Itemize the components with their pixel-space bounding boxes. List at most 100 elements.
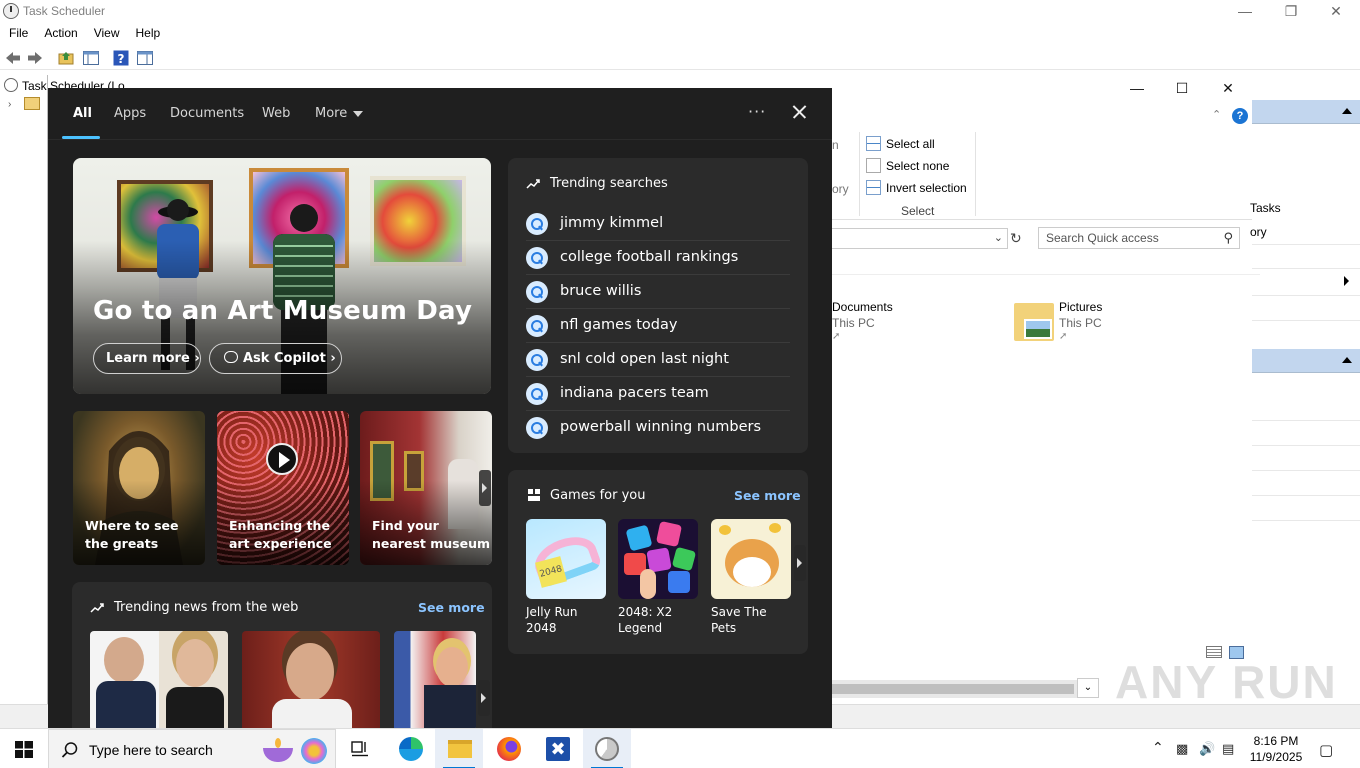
minimize-button[interactable]: —: [1222, 0, 1268, 24]
notifications-icon[interactable]: ▢: [1319, 741, 1333, 759]
game-thumbnail: [711, 519, 791, 599]
actions-divider: [1252, 268, 1360, 269]
news-image-1[interactable]: [90, 631, 228, 728]
forward-arrow-icon[interactable]: [26, 49, 44, 67]
search-highlight-image: [257, 734, 333, 766]
show-hide-tree-icon[interactable]: [82, 49, 100, 67]
select-none-button[interactable]: Select none: [886, 159, 949, 173]
task-library-folder-icon[interactable]: [24, 97, 40, 110]
games-next-arrow[interactable]: [794, 545, 806, 581]
menu-view[interactable]: View: [85, 24, 127, 40]
actions-item-tasks[interactable]: Tasks: [1250, 201, 1281, 215]
trending-item[interactable]: nfl games today: [526, 309, 790, 343]
tab-documents[interactable]: Documents: [170, 106, 244, 121]
menu-file[interactable]: File: [0, 24, 35, 40]
clock[interactable]: 8:16 PM 11/9/2025: [1248, 733, 1304, 765]
news-next-arrow[interactable]: [478, 680, 490, 716]
collapse-caret-icon[interactable]: [1342, 108, 1352, 114]
trending-item[interactable]: jimmy kimmel: [526, 207, 790, 241]
submenu-arrow-icon[interactable]: [1344, 276, 1349, 286]
trending-item[interactable]: snl cold open last night: [526, 343, 790, 377]
quick-access-documents[interactable]: Documents This PC ➚: [832, 300, 893, 342]
ribbon-group-label: Select: [901, 204, 935, 218]
tab-web[interactable]: Web: [262, 106, 290, 121]
trending-item[interactable]: bruce willis: [526, 275, 790, 309]
firefox-button[interactable]: [485, 729, 533, 768]
news-see-more-link[interactable]: See more: [418, 600, 485, 615]
ribbon-collapse-icon[interactable]: ⌃: [1212, 108, 1221, 121]
close-button[interactable]: ✕: [1313, 0, 1359, 24]
card-where-to-see[interactable]: Where to see the greats: [73, 411, 205, 565]
item-name: Documents: [832, 300, 893, 314]
scrollbar-thumb[interactable]: [832, 684, 1074, 694]
game-tile[interactable]: 2048: X2 Legend: [618, 519, 698, 636]
fe-close-button[interactable]: ✕: [1205, 77, 1251, 101]
tree-expand-icon[interactable]: ›: [8, 99, 11, 110]
menu-action[interactable]: Action: [35, 24, 84, 40]
fe-maximize-button[interactable]: ☐: [1159, 77, 1205, 101]
card-enhancing-art[interactable]: Enhancing the art experience: [217, 411, 349, 565]
file-explorer-button[interactable]: [435, 729, 483, 768]
games-see-more-link[interactable]: See more: [734, 488, 801, 503]
tab-all[interactable]: All: [73, 106, 92, 121]
address-bar[interactable]: ⌄: [832, 228, 1008, 249]
start-button[interactable]: [0, 729, 48, 768]
taskbar: Type here to search ✖ ⌃ ▩ 🔊 ▤ 8:16 PM 11…: [0, 728, 1360, 768]
back-arrow-icon[interactable]: [4, 49, 22, 67]
taskbar-search-box[interactable]: Type here to search: [48, 729, 336, 768]
trending-item[interactable]: powerball winning numbers: [526, 411, 790, 445]
network-icon[interactable]: ▤: [1222, 741, 1234, 757]
maximize-button[interactable]: ❐: [1268, 0, 1314, 24]
fe-minimize-button[interactable]: —: [1114, 77, 1160, 101]
horizontal-scrollbar[interactable]: [832, 680, 1094, 698]
task-scheduler-button[interactable]: [583, 729, 631, 768]
address-dropdown-icon[interactable]: ⌄: [994, 231, 1003, 244]
select-all-button[interactable]: Select all: [886, 137, 935, 151]
ribbon-partial-2: ory: [832, 182, 849, 196]
close-icon[interactable]: [788, 100, 812, 124]
up-folder-icon[interactable]: [57, 49, 75, 67]
trending-item[interactable]: indiana pacers team: [526, 377, 790, 411]
hero-card[interactable]: Go to an Art Museum Day Learn more › Ask…: [73, 158, 491, 394]
edge-browser-button[interactable]: [386, 729, 434, 768]
cards-next-arrow[interactable]: [479, 470, 491, 506]
menu-help[interactable]: Help: [127, 24, 168, 40]
ask-copilot-button[interactable]: Ask Copilot ›: [209, 343, 342, 374]
game-tile[interactable]: 2048 Jelly Run 2048: [526, 519, 606, 636]
quick-access-pictures[interactable]: Pictures This PC ➚: [1059, 300, 1102, 342]
search-icon: [526, 383, 548, 405]
tab-apps[interactable]: Apps: [114, 106, 146, 121]
scroll-dropdown-icon[interactable]: ⌄: [1077, 678, 1099, 698]
collapse-caret-icon[interactable]: [1342, 357, 1352, 363]
card-find-museum[interactable]: Find your nearest museum: [360, 411, 492, 565]
actions-header-2[interactable]: [1252, 349, 1360, 373]
actions-header-1[interactable]: [1252, 100, 1360, 124]
actions-item-history[interactable]: ory: [1250, 225, 1267, 239]
search-icon: [61, 742, 78, 758]
news-image-2[interactable]: [242, 631, 380, 728]
trending-item[interactable]: college football rankings: [526, 241, 790, 275]
action-pane-icon[interactable]: [136, 49, 154, 67]
invert-selection-button[interactable]: Invert selection: [886, 181, 967, 195]
game-tile[interactable]: Save The Pets: [711, 519, 791, 636]
show-hidden-icons-chevron-icon[interactable]: ⌃: [1152, 739, 1164, 756]
volume-icon[interactable]: 🔊: [1199, 741, 1215, 757]
help-icon[interactable]: ?: [112, 49, 130, 67]
news-image-3[interactable]: [394, 631, 476, 728]
learn-more-button[interactable]: Learn more ›: [93, 343, 201, 374]
trending-item-label: nfl games today: [560, 317, 678, 333]
game-thumbnail: 2048: [526, 519, 606, 599]
fe-help-icon[interactable]: ?: [1232, 108, 1248, 124]
chevron-right-icon: ›: [194, 351, 200, 366]
search-placeholder: Type here to search: [89, 742, 213, 758]
more-options-icon[interactable]: ···: [748, 102, 766, 121]
chat-bubble-icon: [224, 351, 238, 363]
pinned-app-button[interactable]: ✖: [533, 729, 581, 768]
search-quick-access-input[interactable]: Search Quick access ⚲: [1038, 227, 1240, 249]
tab-more[interactable]: More: [315, 106, 364, 121]
search-icon: [526, 247, 548, 269]
task-scheduler-icon: [595, 737, 619, 761]
refresh-icon[interactable]: ↻: [1010, 230, 1022, 247]
network-device-icon[interactable]: ▩: [1176, 741, 1188, 757]
task-view-button[interactable]: [336, 729, 384, 768]
